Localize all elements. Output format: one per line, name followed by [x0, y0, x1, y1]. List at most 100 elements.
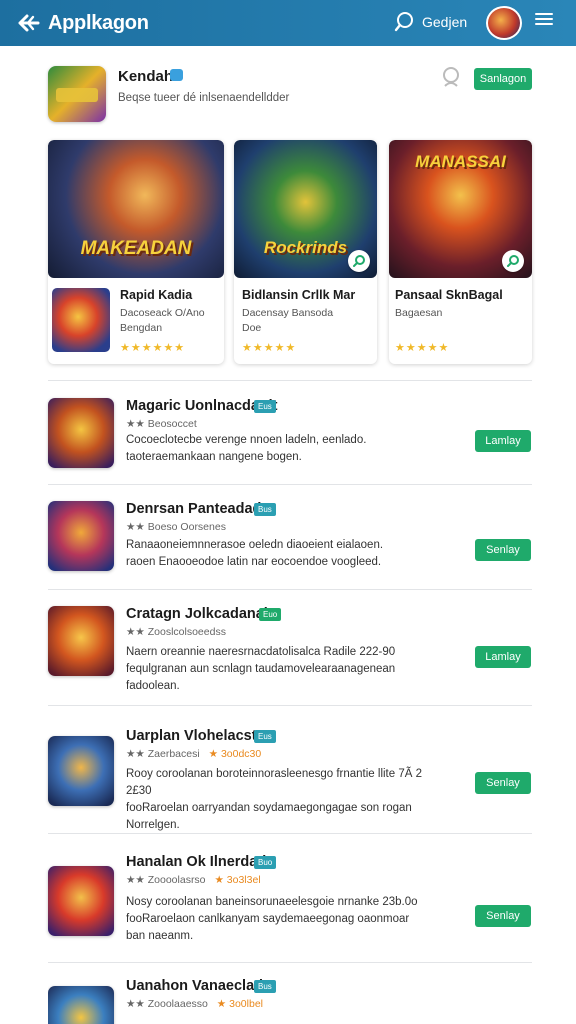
featured-action-button[interactable]: Sanlagon	[474, 68, 532, 90]
search-icon[interactable]	[348, 250, 370, 272]
app-rating-meta: ★★ Beosoccet	[126, 418, 197, 430]
search-icon[interactable]	[502, 250, 524, 272]
search-label[interactable]: Gedjen	[422, 14, 467, 30]
description-line: Rooy coroolanan boroteinnorasleenesgo fr…	[126, 768, 423, 797]
description-line: ban naeanm.	[126, 930, 194, 942]
app-title: Uarplan Vlohelacsta	[126, 728, 265, 744]
featured-app[interactable]: Kendah Beqse tueer dé inlsenaendelldder …	[48, 64, 532, 124]
download-count: ★ 3o0lbel	[216, 998, 263, 1010]
action-button[interactable]: Senlay	[475, 905, 531, 927]
app-tag-badge: Eus	[254, 400, 276, 413]
app-rating-meta: ★★ Zaerbacesi ★ 3o0dc30	[126, 748, 261, 760]
featured-carousel: MAKEADAN Rapid Kadia Dacoseack O/Ano Ben…	[48, 140, 532, 366]
app-description: Rooy coroolanan boroteinnorasleenesgo fr…	[126, 766, 426, 834]
list-item[interactable]: Hanalan Ok Ilnerdada Buo ★★ Zoooolasrso …	[48, 854, 532, 964]
card-artwork: MAKEADAN	[48, 140, 224, 278]
main-content: Kendah Beqse tueer dé inlsenaendelldder …	[0, 46, 576, 1024]
featured-app-name: Kendah	[118, 68, 174, 85]
description-line: Ranaaoneiemnnerasoe oeledn diaoeient eia…	[126, 539, 384, 551]
app-icon	[48, 986, 114, 1024]
action-button[interactable]: Senlay	[475, 772, 531, 794]
rating-stars-icon: ★★★★★	[395, 342, 450, 354]
description-line: taoteraemankaan nangene bogen.	[126, 451, 302, 463]
menu-icon[interactable]	[535, 10, 555, 34]
app-rating-meta: ★★ Boeso Oorsenes	[126, 521, 226, 533]
app-rating-meta: ★★ Zoooolasrso ★ 3o3l3el	[126, 874, 261, 886]
app-title: Uanahon Vanaeclad2	[126, 978, 272, 994]
action-button[interactable]: Lamlay	[475, 646, 531, 668]
search-icon[interactable]	[440, 66, 462, 88]
description-line: raoen Enaooeodoe latin nar eocoendoe voo…	[126, 556, 382, 568]
featured-app-description: Beqse tueer dé inlsenaendelldder	[118, 92, 290, 104]
list-item[interactable]: Uanahon Vanaeclad2 Bus ★★ Zooolaaesso ★ …	[48, 978, 532, 1024]
action-button[interactable]: Lamlay	[475, 430, 531, 452]
app-tag-badge: Bus	[254, 503, 276, 516]
back-arrow-icon[interactable]	[16, 10, 42, 36]
list-item[interactable]: Denrsan Panteadadr Bus ★★ Boeso Oorsenes…	[48, 501, 532, 581]
card-subtitle-line: Bagaesan	[395, 307, 443, 319]
description-line: Nosy coroolanan baneinsorunaeelesgoie nr…	[126, 896, 418, 908]
app-tag-badge: Eus	[254, 730, 276, 743]
card-subtitle-line: Dacensay Bansoda	[242, 307, 334, 319]
description-line: fequlgranan aun scnlagn taudamovelearaan…	[126, 663, 396, 675]
app-tag-badge: Euo	[259, 608, 282, 621]
card-art-title: MAKEADAN	[80, 238, 192, 259]
rating-text: ★★ Zooslcolsoeedss	[126, 626, 226, 638]
rating-stars-icon: ★★★★★★	[120, 342, 186, 354]
rating-text: ★★ Zoooolasrso	[126, 874, 206, 886]
card-thumbnail	[52, 288, 110, 352]
app-description: Cocoeclotecbe verenge nnoen ladeln, eenl…	[126, 432, 426, 466]
app-icon	[48, 606, 114, 676]
app-title: Hanalan Ok Ilnerdada	[126, 854, 275, 870]
card-artwork: MANASSAI	[389, 140, 532, 278]
featured-app-icon	[48, 66, 106, 122]
rating-text: ★★ Boeso Oorsenes	[126, 521, 226, 533]
card-subtitle-line: Doe	[242, 322, 262, 334]
list-item[interactable]: Magaric Uonlnacdatdt Eus ★★ Beosoccet Co…	[48, 398, 532, 478]
download-count: ★ 3o0dc30	[208, 748, 262, 760]
card-art-title: MANASSAI	[415, 152, 506, 171]
game-card[interactable]: MAKEADAN Rapid Kadia Dacoseack O/Ano Ben…	[48, 140, 224, 364]
divider	[48, 380, 532, 381]
list-item[interactable]: Uarplan Vlohelacsta Eus ★★ Zaerbacesi ★ …	[48, 728, 532, 838]
app-rating-meta: ★★ Zooslcolsoeedss	[126, 626, 226, 638]
app-tag-badge: Bus	[254, 980, 276, 993]
verified-badge-icon	[170, 69, 183, 81]
description-line: fooRaroelaon canlkanyam saydemaeegonag o…	[126, 913, 410, 925]
divider	[48, 589, 532, 590]
rating-text: ★★ Zooolaaesso	[126, 998, 208, 1010]
description-line: Norrelgen.	[126, 819, 180, 831]
description-line: fadoolean.	[126, 680, 180, 692]
app-icon	[48, 736, 114, 806]
app-description: Ranaaoneiemnnerasoe oeledn diaoeient eia…	[126, 537, 426, 571]
divider	[48, 705, 532, 706]
rating-text: ★★ Beosoccet	[126, 418, 197, 430]
card-title: Rapid Kadia	[120, 288, 193, 302]
top-app-bar: Applkagon Gedjen	[0, 0, 576, 46]
game-card[interactable]: Rockrinds Bidlansin Crllk Mar Dacensay B…	[234, 140, 377, 364]
card-title: Bidlansin Crllk Mar	[242, 288, 356, 302]
search-icon[interactable]	[394, 11, 416, 33]
app-icon	[48, 501, 114, 571]
app-icon	[48, 398, 114, 468]
description-line: Naern oreannie naeresrnacdatolisalca Rad…	[126, 646, 396, 658]
rating-stars-icon: ★★★★★	[242, 342, 297, 354]
list-item[interactable]: Cratagn Jolkcadanah Euo ★★ Zooslcolsoeed…	[48, 606, 532, 706]
app-description: Naern oreannie naeresrnacdatolisalca Rad…	[126, 644, 426, 695]
divider	[48, 833, 532, 834]
card-artwork: Rockrinds	[234, 140, 377, 278]
app-description: Nosy coroolanan baneinsorunaeelesgoie nr…	[126, 894, 426, 945]
divider	[48, 962, 532, 963]
game-card[interactable]: MANASSAI Pansaal SknBagal Bagaesan ★★★★★	[389, 140, 532, 364]
app-tag-badge: Buo	[254, 856, 277, 869]
rating-text: ★★ Zaerbacesi	[126, 748, 200, 760]
action-button[interactable]: Senlay	[475, 539, 531, 561]
app-title: Cratagn Jolkcadanah	[126, 606, 273, 622]
user-avatar[interactable]	[486, 6, 522, 40]
download-count: ★ 3o3l3el	[214, 874, 261, 886]
description-line: Cocoeclotecbe verenge nnoen ladeln, eenl…	[126, 434, 367, 446]
app-title: Applkagon	[48, 11, 149, 34]
app-title: Denrsan Panteadadr	[126, 501, 268, 517]
card-title: Pansaal SknBagal	[395, 288, 503, 302]
description-line: fooRaroelan oarryandan soydamaegongagae …	[126, 802, 412, 814]
